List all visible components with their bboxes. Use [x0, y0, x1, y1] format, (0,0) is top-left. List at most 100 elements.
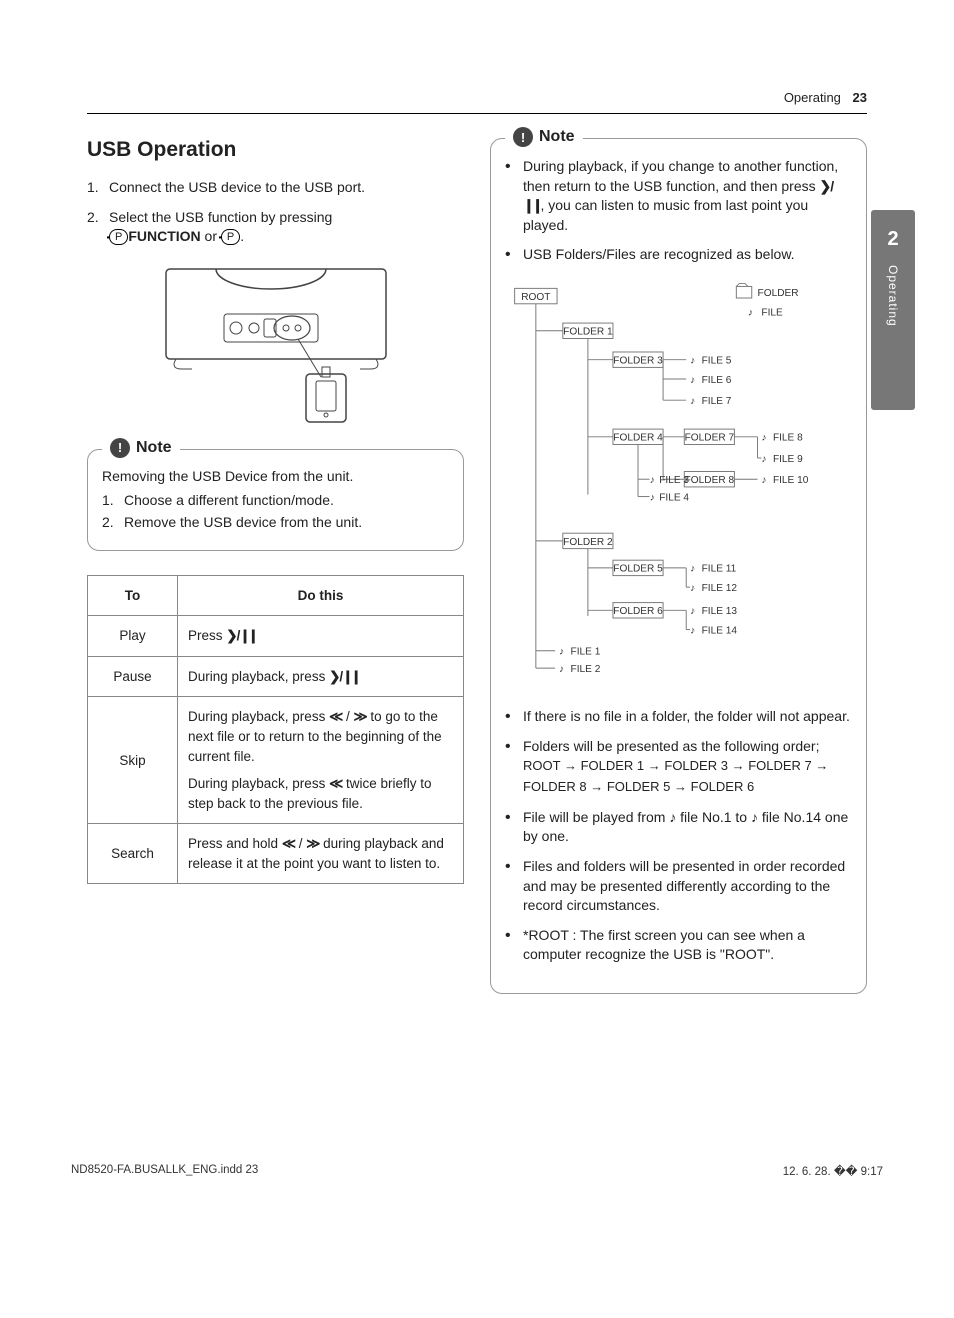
table-row: PlayPress ❯/❙❙ [88, 616, 464, 657]
running-header: Operating 23 [87, 90, 867, 114]
table-key: Search [88, 824, 178, 884]
svg-text:FILE 11: FILE 11 [702, 564, 737, 575]
svg-text:♪: ♪ [559, 647, 564, 658]
operations-table: To Do this PlayPress ❯/❙❙PauseDuring pla… [87, 575, 464, 885]
svg-text:FILE 4: FILE 4 [659, 492, 689, 503]
folder-tree: ROOT FOLDER ♪FILE FOLDER 1 [505, 275, 852, 695]
section-title: USB Operation [87, 138, 464, 162]
step-1: Connect the USB device to the USB port. [87, 178, 464, 198]
svg-text:♪: ♪ [690, 606, 695, 617]
device-illustration [146, 259, 406, 429]
right-column: ! Note During playback, if you change to… [490, 138, 867, 1018]
note-1-label-text: Note [136, 439, 172, 457]
step-2-or: or [201, 228, 221, 244]
note-box-1: ! Note Removing the USB Device from the … [87, 449, 464, 551]
table-value: During playback, press ≪ / ≫ to go to th… [178, 697, 464, 824]
side-tab-number: 2 [887, 228, 898, 251]
list-item: If there is no file in a folder, the fol… [505, 707, 852, 727]
note-1-item-2: Remove the USB device from the unit. [102, 514, 449, 530]
tree-root: ROOT [521, 292, 550, 303]
table-value: During playback, press ❯/❙❙ [178, 656, 464, 697]
svg-text:FILE 12: FILE 12 [702, 583, 738, 594]
steps-list: Connect the USB device to the USB port. … [87, 178, 464, 247]
svg-text:♪: ♪ [690, 625, 695, 636]
table-row: SkipDuring playback, press ≪ / ≫ to go t… [88, 697, 464, 824]
table-key: Play [88, 616, 178, 657]
svg-text:FOLDER 3: FOLDER 3 [613, 356, 663, 367]
svg-text:♪: ♪ [650, 492, 655, 503]
list-item: Folders will be presented as the followi… [505, 737, 852, 798]
note-2-label-text: Note [539, 128, 575, 146]
svg-text:♪: ♪ [650, 475, 655, 486]
note-badge-icon: ! [110, 438, 130, 458]
svg-text:FILE 8: FILE 8 [773, 433, 803, 444]
table-key: Skip [88, 697, 178, 824]
svg-text:FOLDER: FOLDER [758, 288, 799, 299]
table-body: PlayPress ❯/❙❙PauseDuring playback, pres… [88, 616, 464, 884]
note-2-bottom-list: If there is no file in a folder, the fol… [505, 707, 852, 965]
table-value: Press and hold ≪ / ≫ during playback and… [178, 824, 464, 884]
note-1-item-1: Choose a different function/mode. [102, 492, 449, 508]
step-2-text: Select the USB function by pressing [109, 209, 332, 225]
th-to: To [88, 575, 178, 616]
svg-text:FILE 13: FILE 13 [702, 606, 738, 617]
svg-text:♪: ♪ [690, 396, 695, 407]
svg-text:FOLDER 5: FOLDER 5 [613, 564, 663, 575]
note-1-list: Choose a different function/mode. Remove… [102, 492, 449, 530]
function-pill-icon-2: P [221, 229, 240, 245]
table-head-row: To Do this [88, 575, 464, 616]
side-tab: 2 Operating [871, 210, 915, 410]
svg-text:FOLDER 7: FOLDER 7 [685, 433, 735, 444]
note-box-2: ! Note During playback, if you change to… [490, 138, 867, 994]
folder-tree-figure: ROOT FOLDER ♪FILE FOLDER 1 [505, 275, 852, 695]
list-item: File will be played from ♪ file No.1 to … [505, 808, 852, 847]
svg-text:♪: ♪ [690, 583, 695, 594]
table-row: PauseDuring playback, press ❯/❙❙ [88, 656, 464, 697]
function-pill-icon: P [109, 229, 128, 245]
svg-text:♪: ♪ [761, 475, 766, 486]
table-row: SearchPress and hold ≪ / ≫ during playba… [88, 824, 464, 884]
svg-text:FOLDER 2: FOLDER 2 [563, 537, 613, 548]
svg-text:FILE 3: FILE 3 [659, 475, 689, 486]
th-do: Do this [178, 575, 464, 616]
note-badge-icon: ! [513, 127, 533, 147]
footer-right: 12. 6. 28. �� 9:17 [783, 1164, 883, 1178]
side-tab-label: Operating [886, 265, 900, 327]
note-1-label: ! Note [102, 438, 180, 458]
svg-text:♪: ♪ [761, 433, 766, 444]
svg-text:FOLDER 8: FOLDER 8 [685, 475, 735, 486]
svg-text:FOLDER 4: FOLDER 4 [613, 433, 663, 444]
svg-text:FILE 2: FILE 2 [571, 664, 601, 675]
header-section: Operating [784, 90, 841, 105]
svg-text:♪: ♪ [690, 356, 695, 367]
header-page-number: 23 [853, 90, 867, 105]
print-footer: ND8520-FA.BUSALLK_ENG.indd 23 12. 6. 28.… [67, 1164, 887, 1178]
content-columns: USB Operation Connect the USB device to … [87, 138, 867, 1018]
svg-text:FILE: FILE [761, 307, 783, 318]
list-item: *ROOT : The first screen you can see whe… [505, 926, 852, 965]
svg-text:FILE 14: FILE 14 [702, 625, 738, 636]
table-value: Press ❯/❙❙ [178, 616, 464, 657]
page: 2 Operating Operating 23 USB Operation C… [67, 50, 887, 1058]
svg-text:FILE 9: FILE 9 [773, 454, 803, 465]
svg-text:♪: ♪ [559, 664, 564, 675]
svg-text:FILE 6: FILE 6 [702, 375, 732, 386]
note-1-lead: Removing the USB Device from the unit. [102, 468, 449, 484]
list-item: During playback, if you change to anothe… [505, 157, 852, 235]
svg-text:FILE 5: FILE 5 [702, 356, 732, 367]
left-column: USB Operation Connect the USB device to … [87, 138, 464, 1018]
list-item: USB Folders/Files are recognized as belo… [505, 245, 852, 265]
svg-text:FOLDER 6: FOLDER 6 [613, 606, 663, 617]
svg-text:♪: ♪ [748, 307, 753, 318]
footer-left: ND8520-FA.BUSALLK_ENG.indd 23 [71, 1164, 258, 1178]
step-2-period: . [240, 228, 244, 244]
svg-text:FILE 10: FILE 10 [773, 475, 809, 486]
svg-text:♪: ♪ [761, 454, 766, 465]
function-label: FUNCTION [128, 228, 200, 244]
folder-order: ROOT → FOLDER 1 → FOLDER 3 → FOLDER 7 → … [523, 756, 852, 798]
device-figure [87, 259, 464, 429]
table-key: Pause [88, 656, 178, 697]
note-2-label: ! Note [505, 127, 583, 147]
svg-text:FILE 7: FILE 7 [702, 396, 732, 407]
svg-text:FILE 1: FILE 1 [571, 647, 601, 658]
